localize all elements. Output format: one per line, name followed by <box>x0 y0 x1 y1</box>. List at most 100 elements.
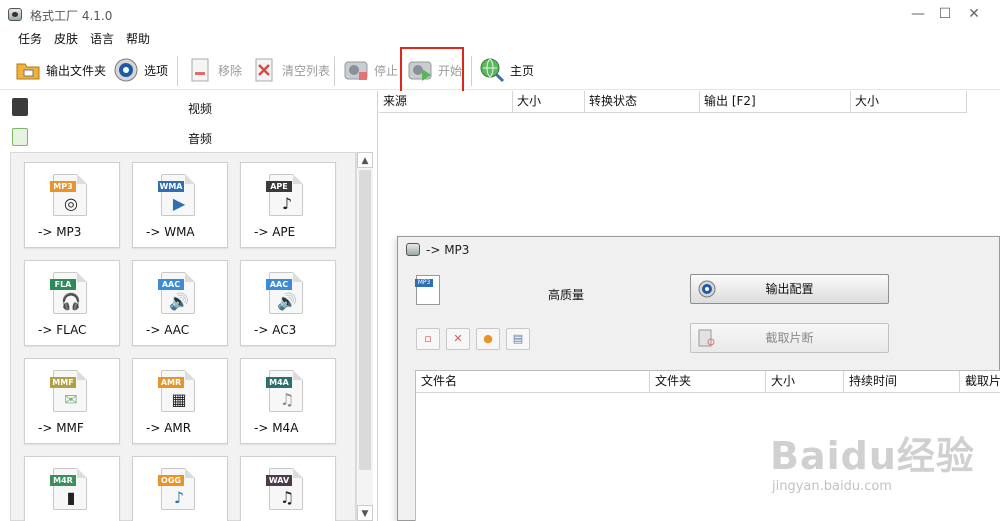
column-filename[interactable]: 文件名 <box>416 371 650 393</box>
format-tag: M4A <box>266 377 292 388</box>
clear-list-label: 清空列表 <box>282 63 331 78</box>
gear-icon <box>697 279 717 299</box>
format-tile-m4r[interactable]: M4R ▮ <box>24 456 120 521</box>
play-icon: ● <box>483 332 493 345</box>
stop-button[interactable]: 停止 <box>342 54 398 86</box>
quality-label: 高质量 <box>548 288 585 302</box>
flac-file-icon: FLA 🎧 <box>50 272 87 314</box>
clip-button[interactable]: 截取片断 <box>690 323 889 353</box>
options-button[interactable]: 选项 <box>112 54 168 86</box>
format-label: -> MP3 <box>38 225 82 239</box>
format-tag: AMR <box>158 377 184 388</box>
wma-file-icon: WMA ▶ <box>158 174 195 216</box>
format-tile-ac3[interactable]: AAC 🔊 -> AC3 <box>240 260 336 346</box>
format-tag: WAV <box>266 475 292 486</box>
m4a-file-icon: M4A ♫ <box>266 370 303 412</box>
format-tag: AAC <box>158 279 184 290</box>
mp3-file-icon: MP3 ◎ <box>50 174 87 216</box>
format-tag: MP3 <box>50 181 76 192</box>
folder-icon <box>14 56 42 84</box>
clear-list-button[interactable]: 清空列表 <box>250 54 330 86</box>
format-tag: MMF <box>50 377 76 388</box>
format-tile-aac[interactable]: AAC 🔊 -> AAC <box>132 260 228 346</box>
menu-language[interactable]: 语言 <box>90 30 114 47</box>
format-grid-scrollbar[interactable]: ▲ ▼ <box>356 152 373 521</box>
format-tile-ape[interactable]: APE ♪ -> APE <box>240 162 336 248</box>
format-tile-m4a[interactable]: M4A ♫ -> M4A <box>240 358 336 444</box>
format-tile-ogg[interactable]: OGG ♪ <box>132 456 228 521</box>
clear-list-icon <box>250 56 278 84</box>
info-window-icon: ▤ <box>512 332 524 345</box>
format-label: -> MMF <box>38 421 84 435</box>
output-folder-button[interactable]: 输出文件夹 <box>14 54 106 86</box>
remove-file-button[interactable]: ✕ <box>446 328 470 350</box>
column-duration[interactable]: 持续时间 <box>844 371 960 393</box>
add-file-button[interactable]: ▫ <box>416 328 440 350</box>
scissors-film-icon <box>697 328 717 348</box>
format-tag: APE <box>266 181 292 192</box>
category-panel: 视频 音频 MP3 ◎ -> MP3 WMA ▶ -> WMA APE ♪ ->… <box>0 91 378 521</box>
format-tag: M4R <box>50 475 76 486</box>
format-label: -> WMA <box>146 225 195 239</box>
menu-help[interactable]: 帮助 <box>126 30 150 47</box>
phone-icon: ▮ <box>66 488 76 507</box>
output-config-button[interactable]: 输出配置 <box>690 274 889 304</box>
column-size[interactable]: 大小 <box>766 371 844 393</box>
format-label: -> AAC <box>146 323 190 337</box>
stop-icon <box>342 56 370 84</box>
speaker-icon: 🔊 <box>277 292 297 311</box>
globe-search-icon <box>478 56 506 84</box>
category-video-label: 视频 <box>187 102 212 116</box>
device-icon: ▦ <box>171 390 187 409</box>
column-folder[interactable]: 文件夹 <box>650 371 766 393</box>
scroll-up-arrow-icon[interactable]: ▲ <box>357 152 373 168</box>
options-label: 选项 <box>144 63 169 78</box>
format-tile-flac[interactable]: FLA 🎧 -> FLAC <box>24 260 120 346</box>
home-button[interactable]: 主页 <box>478 54 534 86</box>
wav-file-icon: WAV ♫ <box>266 468 303 510</box>
format-tile-wma[interactable]: WMA ▶ -> WMA <box>132 162 228 248</box>
menu-bar: 任务 皮肤 语言 帮助 <box>0 30 1000 46</box>
format-label: -> FLAC <box>38 323 87 337</box>
remove-button[interactable]: 移除 <box>186 54 242 86</box>
format-tile-mmf[interactable]: MMF ✉ -> MMF <box>24 358 120 444</box>
title-bar: 格式工厂 4.1.0 — ☐ ✕ <box>0 0 1000 30</box>
scroll-thumb[interactable] <box>359 170 371 470</box>
app-logo-icon <box>8 8 22 21</box>
scroll-down-arrow-icon[interactable]: ▼ <box>357 505 373 521</box>
close-button[interactable]: ✕ <box>962 4 986 24</box>
menu-task[interactable]: 任务 <box>18 30 42 47</box>
remove-file-icon <box>186 56 214 84</box>
maximize-button[interactable]: ☐ <box>933 4 957 24</box>
minimize-button[interactable]: — <box>906 4 930 24</box>
format-tile-wav[interactable]: WAV ♫ <box>240 456 336 521</box>
format-tag: OGG <box>158 475 184 486</box>
headphones-icon: 🎧 <box>61 292 81 311</box>
format-tile-mp3[interactable]: MP3 ◎ -> MP3 <box>24 162 120 248</box>
category-video[interactable]: 视频 <box>0 93 378 121</box>
mp3-dialog: -> MP3 MP3 高质量 输出配置 截取片断 ▫ ✕ ● ▤ 文件名 文件夹… <box>397 236 1000 521</box>
format-factory-window: 格式工厂 4.1.0 — ☐ ✕ 任务 皮肤 语言 帮助 输出文件夹 选项 移除… <box>0 0 1000 521</box>
column-status[interactable]: 转换状态 <box>585 91 700 113</box>
column-size[interactable]: 大小 <box>513 91 585 113</box>
clip-label: 截取片断 <box>765 331 814 345</box>
format-label: -> AMR <box>146 421 192 435</box>
dialog-title: -> MP3 <box>426 243 470 257</box>
dialog-app-icon <box>406 243 420 256</box>
media-info-button[interactable]: ▤ <box>506 328 530 350</box>
format-tag: AAC <box>266 279 292 290</box>
format-tile-amr[interactable]: AMR ▦ -> AMR <box>132 358 228 444</box>
dialog-file-table: 文件名 文件夹 大小 持续时间 截取片 <box>415 370 1000 521</box>
disc-icon: ♫ <box>279 390 295 409</box>
column-output-size[interactable]: 大小 <box>851 91 967 113</box>
music-note-icon: ♪ <box>173 488 185 507</box>
menu-skin[interactable]: 皮肤 <box>54 30 78 47</box>
format-label: -> APE <box>254 225 296 239</box>
category-audio[interactable]: 音频 <box>0 123 378 151</box>
column-clip[interactable]: 截取片 <box>960 371 1000 393</box>
m4r-file-icon: M4R ▮ <box>50 468 87 510</box>
column-output[interactable]: 输出 [F2] <box>700 91 851 113</box>
play-button[interactable]: ● <box>476 328 500 350</box>
column-source[interactable]: 来源 <box>379 91 513 113</box>
mmf-file-icon: MMF ✉ <box>50 370 87 412</box>
